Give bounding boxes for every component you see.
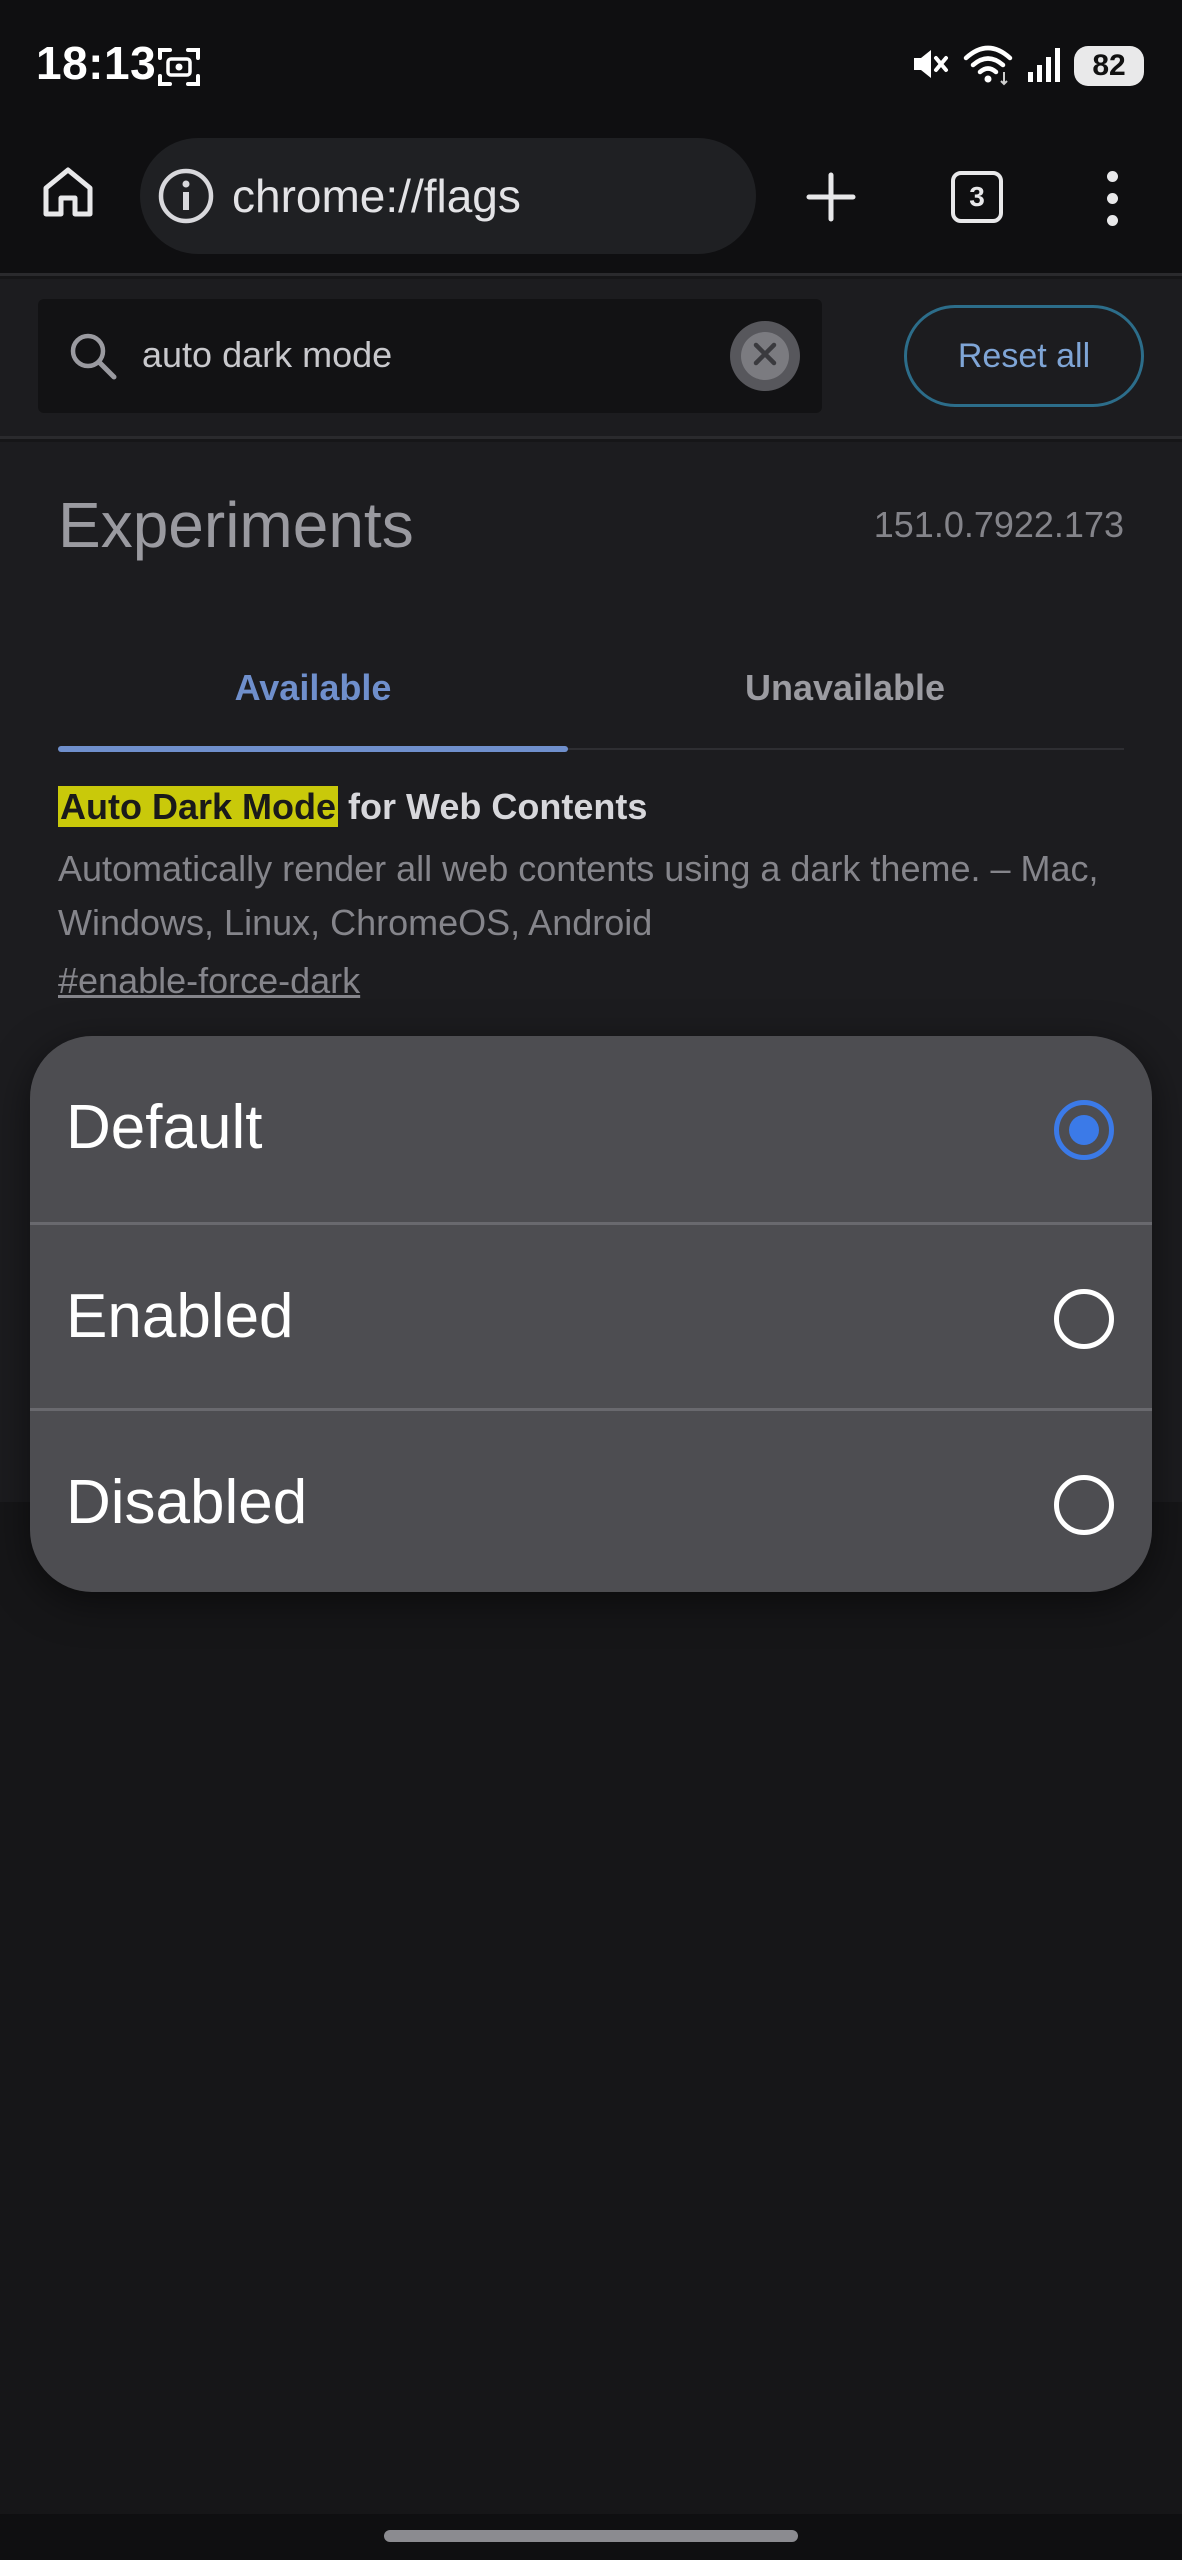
search-input[interactable]: [142, 323, 742, 387]
radio-unselected-icon[interactable]: [1054, 1289, 1114, 1349]
flags-search-bar: Reset all: [0, 279, 1182, 439]
wifi-icon: [962, 42, 1014, 91]
tab-switcher-button[interactable]: 3: [944, 164, 1010, 230]
radio-selected-icon[interactable]: [1054, 1100, 1114, 1160]
option-label: Disabled: [66, 1468, 308, 1537]
page-title: Experiments: [58, 489, 414, 561]
screenshot-icon: [156, 44, 202, 95]
omnibox[interactable]: chrome://flags: [140, 138, 756, 254]
tab-unavailable[interactable]: Unavailable: [590, 628, 1100, 748]
more-vertical-icon[interactable]: [1090, 162, 1134, 234]
flag-name-highlight: Auto Dark Mode: [58, 786, 339, 827]
battery-indicator: 82: [1074, 46, 1144, 86]
home-icon: [40, 164, 96, 225]
flag-options-menu: Default Enabled Disabled: [30, 1036, 1152, 1592]
tab-indicator: [58, 746, 568, 752]
tab-count: 3: [951, 171, 1003, 223]
clear-search-button[interactable]: [730, 321, 800, 391]
flag-entry: Auto Dark Mode for Web Contents Automati…: [58, 782, 1124, 1008]
tab-bar: Available Unavailable: [58, 628, 1124, 752]
status-bar: 18:13 82: [0, 0, 1182, 136]
status-time: 18:13: [36, 37, 157, 89]
home-button[interactable]: [36, 162, 100, 226]
search-box: [38, 299, 822, 413]
plus-icon: [805, 171, 857, 228]
option-enabled[interactable]: Enabled: [30, 1222, 1152, 1408]
gesture-handle[interactable]: [384, 2530, 798, 2542]
option-default[interactable]: Default: [30, 1036, 1152, 1222]
option-label: Enabled: [66, 1282, 294, 1351]
version-label: 151.0.7922.173: [873, 504, 1124, 545]
flag-name: Auto Dark Mode for Web Contents: [58, 782, 1124, 832]
tab-available[interactable]: Available: [58, 628, 568, 748]
signal-icon: [1024, 44, 1064, 89]
flag-name-rest: for Web Contents: [338, 786, 648, 827]
reset-all-button[interactable]: Reset all: [904, 305, 1144, 407]
url-text: chrome://flags: [232, 170, 521, 222]
flag-anchor-link[interactable]: #enable-force-dark: [58, 954, 360, 1008]
browser-toolbar: chrome://flags 3: [0, 136, 1182, 276]
new-tab-button[interactable]: [796, 164, 866, 234]
radio-unselected-icon[interactable]: [1054, 1475, 1114, 1535]
mute-icon: [908, 42, 952, 91]
search-icon: [66, 329, 122, 390]
option-label: Default: [66, 1093, 263, 1162]
clear-icon: [751, 340, 779, 373]
flag-description: Automatically render all web contents us…: [58, 848, 1099, 943]
option-disabled[interactable]: Disabled: [30, 1408, 1152, 1592]
info-icon[interactable]: [154, 164, 218, 228]
